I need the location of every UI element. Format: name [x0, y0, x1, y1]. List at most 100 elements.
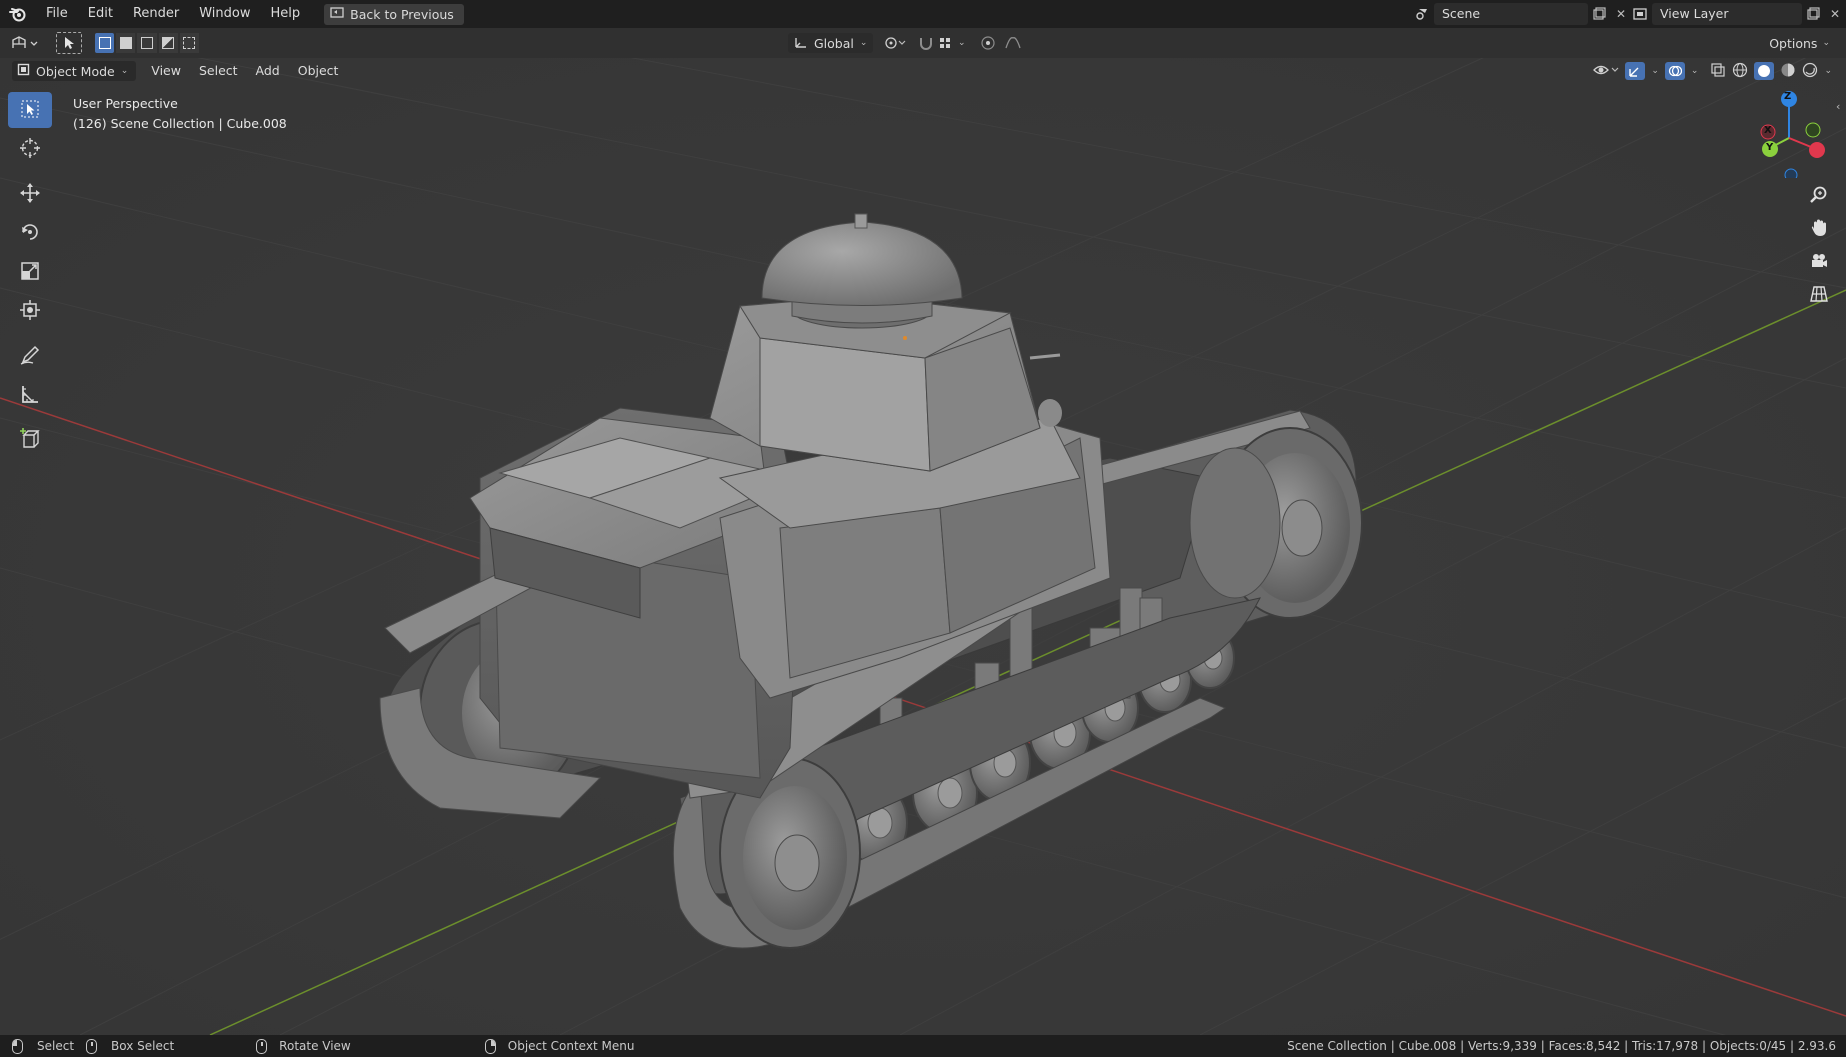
blender-logo-icon[interactable] — [0, 0, 36, 28]
crosshair-icon — [19, 137, 41, 162]
selection-mode-buttons[interactable] — [95, 33, 200, 53]
gizmo-x-label: X — [1764, 125, 1772, 136]
orientation-axes-icon — [794, 35, 808, 52]
scene-selector[interactable]: Scene ✕ — [1412, 3, 1632, 25]
viewport-overlay-controls: ⌄ ⌄ ⌄ — [1593, 61, 1832, 81]
mouse-drag-icon — [86, 1038, 98, 1054]
viewport-menu-select[interactable]: Select — [190, 61, 247, 81]
overlays-toggle-icon[interactable] — [1664, 62, 1685, 80]
object-mode-select[interactable]: Object Mode ⌄ — [12, 61, 137, 81]
chevron-down-icon: ⌄ — [1822, 38, 1830, 48]
options-label: Options — [1769, 35, 1818, 51]
status-rotate-view-hint: Rotate View — [256, 1038, 351, 1054]
move-arrows-icon — [19, 182, 41, 207]
chevron-down-icon[interactable]: ⌄ — [1824, 66, 1832, 76]
add-cube-icon — [18, 427, 42, 454]
viewport-menu-add[interactable]: Add — [247, 61, 289, 81]
chevron-down-icon: ⌄ — [859, 38, 868, 48]
options-dropdown[interactable]: Options ⌄ — [1763, 33, 1836, 53]
status-context-menu-label: Object Context Menu — [507, 1039, 635, 1053]
status-box-select-label: Box Select — [111, 1039, 175, 1053]
rotate-icon — [19, 221, 41, 246]
proportional-edit-icon[interactable] — [980, 33, 1036, 53]
object-mode-label: Object Mode — [36, 63, 115, 79]
tool-header: Global ⌄ ⌄ Options ⌄ — [0, 28, 1846, 58]
material-shading-icon[interactable] — [1780, 62, 1796, 81]
mode-intersect-icon[interactable] — [179, 33, 200, 53]
mouse-left-icon — [12, 1038, 23, 1054]
mode-extend-icon[interactable] — [116, 33, 136, 53]
cursor-arrow-icon — [20, 99, 40, 122]
new-scene-icon[interactable] — [1588, 3, 1610, 25]
camera-icon — [1809, 251, 1829, 274]
menu-edit[interactable]: Edit — [78, 0, 123, 28]
transform-orientation-select[interactable]: Global ⌄ — [788, 33, 874, 53]
mode-invert-icon[interactable] — [158, 33, 178, 53]
perspective-label: User Perspective — [73, 96, 178, 111]
xray-toggle-icon[interactable] — [1710, 62, 1726, 81]
measure-tool[interactable] — [8, 377, 52, 413]
zoom-view-button[interactable] — [1804, 181, 1834, 211]
back-to-previous-label: Back to Previous — [350, 6, 454, 22]
view-layer-selector[interactable]: View Layer ✕ — [1630, 3, 1846, 25]
status-box-select-hint: Box Select — [86, 1038, 175, 1054]
wireframe-shading-icon[interactable] — [1732, 62, 1748, 81]
annotate-tool[interactable] — [8, 338, 52, 374]
menu-render[interactable]: Render — [123, 0, 189, 28]
viewport-header: Object Mode ⌄ View Select Add Object ⌄ ⌄… — [0, 58, 1846, 84]
pivot-point-icon[interactable] — [880, 33, 910, 53]
status-select-label: Select — [37, 1039, 75, 1053]
rendered-shading-icon[interactable] — [1802, 62, 1818, 81]
cursor-tool[interactable] — [8, 131, 52, 167]
solid-shading-icon[interactable] — [1754, 62, 1775, 80]
snap-icon[interactable]: ⌄ — [918, 33, 974, 53]
select-box-tool[interactable] — [8, 92, 52, 128]
zoom-icon — [1809, 185, 1829, 208]
camera-view-button[interactable] — [1804, 247, 1834, 277]
sidebar-toggle-arrow[interactable]: ‹ — [1836, 100, 1846, 114]
gizmo-y-label: Y — [1766, 142, 1774, 153]
menu-window[interactable]: Window — [189, 0, 260, 28]
pan-view-button[interactable] — [1804, 214, 1834, 244]
rotate-tool[interactable] — [8, 215, 52, 251]
editor-type-icon[interactable] — [10, 33, 40, 53]
menu-file[interactable]: File — [36, 0, 78, 28]
back-screen-icon — [330, 6, 344, 22]
move-tool[interactable] — [8, 176, 52, 212]
back-to-previous-button[interactable]: Back to Previous — [324, 3, 464, 25]
status-context-menu-hint: Object Context Menu — [484, 1038, 635, 1054]
mode-subtract-icon[interactable] — [137, 33, 157, 53]
chevron-down-icon[interactable]: ⌄ — [1691, 66, 1699, 76]
left-toolbar — [8, 92, 52, 461]
mouse-right-icon — [484, 1038, 496, 1054]
3d-viewport[interactable]: Object Mode ⌄ View Select Add Object ⌄ ⌄… — [0, 58, 1846, 1035]
orientation-label: Global — [814, 35, 854, 51]
mouse-middle-icon — [256, 1038, 268, 1054]
mode-new-icon[interactable] — [95, 33, 115, 53]
gizmo-toggle-icon[interactable] — [1625, 62, 1646, 80]
status-select-hint: Select — [12, 1038, 75, 1054]
scene-icon[interactable] — [1412, 3, 1434, 25]
status-bar: Select Box Select Rotate View Object Con… — [0, 1035, 1846, 1057]
grid-perspective-icon — [1809, 284, 1829, 307]
collection-label: (126) Scene Collection | Cube.008 — [73, 116, 287, 131]
view-layer-name-field[interactable]: View Layer — [1652, 3, 1802, 25]
menu-help[interactable]: Help — [261, 0, 311, 28]
perspective-toggle-button[interactable] — [1804, 280, 1834, 310]
chevron-down-icon[interactable]: ⌄ — [1651, 66, 1659, 76]
view-layer-icon[interactable] — [1630, 3, 1652, 25]
visibility-eye-icon[interactable] — [1593, 62, 1619, 81]
navigation-gizmo[interactable]: Z Y X — [1740, 88, 1830, 182]
transform-icon — [19, 299, 41, 324]
viewport-menu-object[interactable]: Object — [289, 61, 348, 81]
pencil-icon — [19, 344, 41, 369]
select-tool-button[interactable] — [56, 32, 82, 54]
delete-view-layer-icon[interactable]: ✕ — [1824, 3, 1846, 25]
new-view-layer-icon[interactable] — [1802, 3, 1824, 25]
transform-tool[interactable] — [8, 293, 52, 329]
viewport-menu-view[interactable]: View — [142, 61, 190, 81]
scale-tool[interactable] — [8, 254, 52, 290]
delete-scene-icon[interactable]: ✕ — [1610, 3, 1632, 25]
add-cube-tool[interactable] — [8, 422, 52, 458]
scene-name-field[interactable]: Scene — [1434, 3, 1588, 25]
